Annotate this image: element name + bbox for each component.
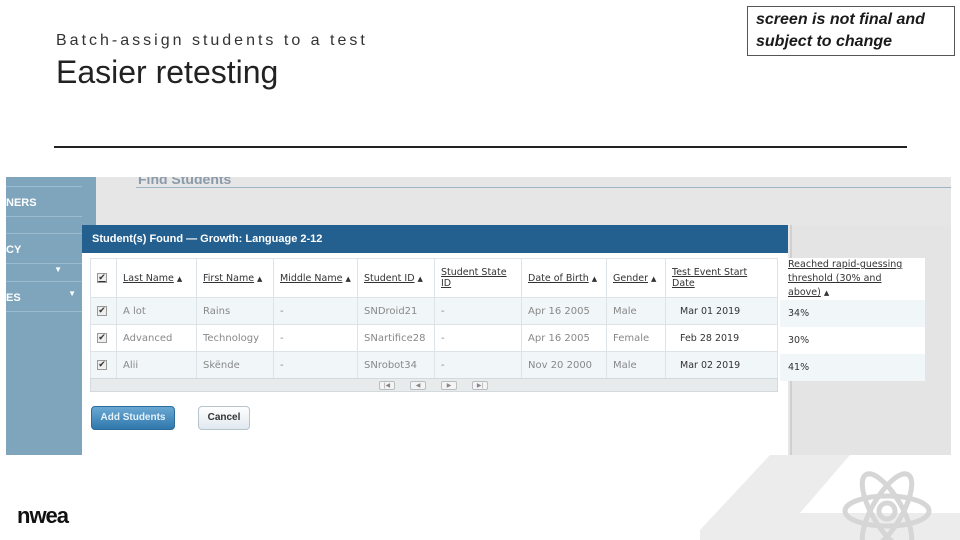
column-header-dob[interactable]: Date of Birth ▲	[521, 258, 607, 298]
cell-gender: Male	[606, 351, 666, 379]
sidebar-item[interactable]: NERS	[6, 187, 82, 217]
sidebar-item[interactable]	[6, 177, 82, 187]
dialog-header: Student(s) Found — Growth: Language 2-12	[82, 225, 788, 253]
label: Student State ID	[441, 267, 507, 289]
add-students-button[interactable]: Add Students	[91, 406, 175, 430]
label: Test Event Start Date	[672, 267, 748, 289]
label: Middle Name	[280, 272, 343, 284]
column-header-first-name[interactable]: First Name ▲	[196, 258, 274, 298]
slide-title: Easier retesting	[56, 54, 279, 90]
section-heading: Find Students	[138, 177, 232, 187]
cell-last: Advanced	[116, 324, 197, 352]
sort-up-icon: ▲	[651, 274, 657, 283]
select-all-checkbox[interactable]: ✔	[90, 258, 117, 298]
table-row: 30%	[780, 327, 925, 354]
last-page-button[interactable]: ▶|	[472, 381, 488, 390]
sort-up-icon: ▲	[257, 274, 263, 283]
label: threshold (30% and above)	[788, 273, 882, 298]
cell-state_id: -	[434, 351, 522, 379]
table-row: 41%	[780, 354, 925, 381]
label: Last Name	[123, 272, 174, 284]
first-page-button[interactable]: |◀	[379, 381, 395, 390]
label: Student ID	[364, 272, 415, 284]
sort-up-icon: ▲	[591, 274, 598, 283]
rapid-guessing-column: Reached rapid-guessing threshold (30% and…	[780, 258, 925, 381]
divider	[136, 187, 951, 188]
cell-middle: -	[273, 297, 358, 325]
table-row[interactable]: ✔ Advanced Technology - SNartifice28- Apr 16 …	[90, 324, 778, 352]
cell-id: SNrobot34	[357, 351, 435, 379]
cell-last: A lot	[116, 297, 197, 325]
label: Reached rapid-guessing	[788, 259, 903, 270]
cell-first: Technology	[196, 324, 274, 352]
cell-rapid-guessing: 41%	[780, 354, 925, 381]
cell-start: Mar 01 2019	[665, 297, 778, 325]
prev-page-button[interactable]: ◀	[410, 381, 426, 390]
pagination-bar: |◀ ◀ ▶ ▶|	[90, 378, 778, 392]
cell-first: Skënde	[196, 351, 274, 379]
sidebar-item[interactable]: ▼	[6, 258, 82, 282]
sidebar-item[interactable]	[6, 217, 82, 234]
cell-rapid-guessing: 30%	[788, 335, 810, 346]
cell-id: SNDroid21	[357, 297, 435, 325]
disclaimer-note: screen is not final and subject to chang…	[747, 6, 955, 56]
label: Gender	[613, 272, 649, 284]
column-header-student-id[interactable]: Student ID ▲	[357, 258, 435, 298]
row-checkbox[interactable]: ✔	[90, 324, 117, 352]
sort-up-icon: ▲	[345, 274, 351, 283]
cell-first: Rains	[196, 297, 274, 325]
cell-id: SNartifice28	[357, 324, 435, 352]
table-row[interactable]: ✔ A lot Rains - SNDroid21- Apr 16 2005 Male Mar…	[90, 297, 778, 325]
label: First Name	[203, 272, 255, 284]
label: Date of Birth	[528, 272, 589, 284]
column-header-middle-name[interactable]: Middle Name ▲	[273, 258, 358, 298]
sort-up-icon: ▲	[417, 274, 423, 283]
next-page-button[interactable]: ▶	[441, 381, 457, 390]
nwea-logo: nwea	[17, 503, 69, 528]
cell-gender: Male	[606, 297, 666, 325]
slide-subtitle: Batch-assign students to a test	[56, 32, 368, 49]
cell-state_id: -	[434, 297, 522, 325]
row-checkbox[interactable]: ✔	[90, 351, 117, 379]
cell-middle: -	[273, 324, 358, 352]
table-row: 34%	[780, 300, 925, 327]
cell-dob: Apr 16 2005	[521, 324, 607, 352]
cell-dob: Nov 20 2000	[521, 351, 607, 379]
column-header-state-id[interactable]: Student State ID	[434, 258, 522, 298]
cell-start: Mar 02 2019	[665, 351, 778, 379]
column-header-gender[interactable]: Gender ▲	[606, 258, 666, 298]
sort-up-icon: ▲	[176, 274, 183, 283]
app-screenshot: NERS CY ▼ ES ▼ Find Students Student(s) …	[6, 177, 951, 455]
column-header-rapid-guessing[interactable]: Reached rapid-guessing threshold (30% and…	[780, 258, 925, 300]
chevron-down-icon: ▼	[54, 265, 62, 274]
cell-gender: Female	[606, 324, 666, 352]
sort-up-icon: ▲	[823, 289, 830, 297]
cell-state_id: -	[434, 324, 522, 352]
atom-decoration-icon	[700, 455, 960, 540]
students-table: ✔ Last Name ▲ First Name ▲ Middle Name ▲ St…	[90, 258, 778, 379]
cell-rapid-guessing: 34%	[780, 300, 925, 327]
column-header-last-name[interactable]: Last Name ▲	[116, 258, 197, 298]
cell-start: Feb 28 2019	[665, 324, 778, 352]
divider	[54, 146, 907, 148]
cell-last: Alii	[116, 351, 197, 379]
cancel-button[interactable]: Cancel	[198, 406, 250, 430]
cell-dob: Apr 16 2005	[521, 297, 607, 325]
column-header-start-date[interactable]: Test Event Start Date	[665, 258, 778, 298]
row-checkbox[interactable]: ✔	[90, 297, 117, 325]
chevron-down-icon: ▼	[68, 289, 76, 298]
cell-middle: -	[273, 351, 358, 379]
table-row[interactable]: ✔ Alii Skënde - SNrobot34- Nov 20 2000 Male Mar…	[90, 351, 778, 379]
